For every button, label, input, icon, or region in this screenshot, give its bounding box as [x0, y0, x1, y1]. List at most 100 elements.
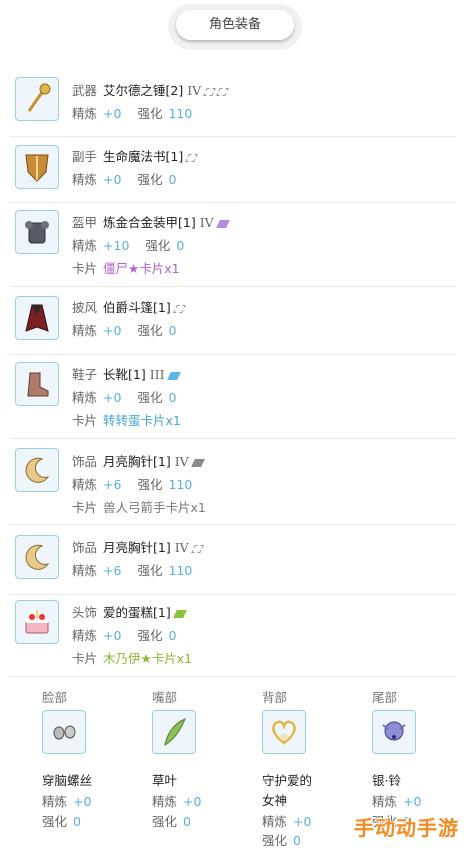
refine-value: +0: [103, 323, 122, 338]
refine-label: 精炼: [42, 794, 68, 809]
tier-label: IV: [187, 83, 202, 98]
item-name: 炼金合金装甲[1]: [103, 215, 196, 230]
bell-icon: [372, 710, 416, 754]
enhance-value: 0: [73, 814, 81, 829]
slot-label: 鞋子: [72, 367, 98, 382]
slot-label: 副手: [72, 149, 98, 164]
enhance-label: 强化: [137, 390, 163, 405]
item-name: 伯爵斗篷[1]: [103, 300, 171, 315]
item-name: 月亮胸针[1]: [103, 454, 171, 469]
item-name: 生命魔法书[1]: [103, 149, 184, 164]
equipment-row-headwear[interactable]: 头饰 爱的蛋糕[1] 精炼 +0 强化 0 卡片 木乃伊★卡片x1: [10, 594, 456, 677]
accessory-slot-label: 嘴部: [152, 690, 178, 705]
refine-value: +0: [103, 628, 122, 643]
enhance-label: 强化: [152, 814, 178, 829]
refine-value: +0: [103, 106, 122, 121]
equipment-row-accessory-1[interactable]: 饰品 月亮胸针[1] IV 精炼 +6 强化 110 卡片 兽人弓箭手卡片x1: [10, 438, 456, 525]
card-label: 卡片: [72, 413, 98, 428]
refine-value: +10: [103, 238, 130, 253]
accessory-slot-label: 尾部: [372, 690, 398, 705]
accessory-name-line-2: 女神: [262, 793, 288, 808]
item-name: 爱的蛋糕[1]: [103, 605, 171, 620]
moon-brooch-icon: [15, 535, 59, 579]
tier-label: IV: [174, 454, 189, 469]
accessory-name: 草叶: [152, 773, 178, 788]
refine-label: 精炼: [72, 390, 98, 405]
slot-label: 头饰: [72, 605, 98, 620]
leaf-icon: [152, 710, 196, 754]
equipment-row-shoes[interactable]: 鞋子 长靴[1] III 精炼 +0 强化 0 卡片 转转蛋卡片x1: [10, 354, 456, 439]
enhance-label: 强化: [137, 106, 163, 121]
watermark-logo: 手动动手游: [354, 816, 459, 840]
enhance-value: 0: [168, 172, 177, 187]
item-name: 艾尔德之锤[2]: [103, 83, 184, 98]
enhance-value: 110: [168, 563, 193, 578]
slot-label: 武器: [72, 83, 98, 98]
equipment-row-accessory-2[interactable]: 饰品 月亮胸针[1] IV 精炼 +6 强化 110: [10, 524, 456, 595]
enhance-label: 强化: [262, 833, 288, 848]
empty-slot-icon: [216, 87, 230, 96]
refine-label: 精炼: [262, 814, 288, 829]
item-name: 月亮胸针[1]: [103, 540, 171, 555]
accessory-slot-label: 脸部: [42, 690, 68, 705]
enhance-label: 强化: [137, 477, 163, 492]
refine-label: 精炼: [72, 477, 98, 492]
refine-label: 精炼: [72, 172, 98, 187]
equipment-row-cloak[interactable]: 披风 伯爵斗篷[1] 精炼 +0 强化 0: [10, 286, 456, 355]
screw-icon: [42, 710, 86, 754]
filled-slot-icon: [190, 458, 205, 467]
empty-slot-icon: [185, 153, 199, 162]
card-value[interactable]: 兽人弓箭手卡片x1: [103, 500, 206, 515]
tier-label: III: [149, 367, 165, 382]
cloak-icon: [15, 296, 59, 340]
enhance-value: 110: [168, 477, 193, 492]
accessory-name: 穿脑螺丝: [42, 773, 93, 788]
refine-value: +0: [73, 794, 92, 809]
card-value[interactable]: 僵尸★卡片x1: [103, 261, 180, 276]
card-label: 卡片: [72, 261, 98, 276]
page-title: 角色装备: [176, 10, 294, 40]
card-label: 卡片: [72, 500, 98, 515]
armor-icon: [15, 210, 59, 254]
refine-label: 精炼: [72, 323, 98, 338]
enhance-value: 0: [176, 238, 185, 253]
refine-label: 精炼: [72, 563, 98, 578]
enhance-value: 110: [168, 106, 193, 121]
tier-label: IV: [199, 215, 214, 230]
filled-slot-icon: [166, 371, 181, 380]
enhance-label: 强化: [137, 323, 163, 338]
enhance-value: 0: [168, 628, 177, 643]
slot-label: 饰品: [72, 454, 98, 469]
boots-icon: [15, 362, 59, 406]
enhance-value: 0: [293, 833, 301, 848]
slot-label: 盔甲: [72, 215, 98, 230]
filled-slot-icon: [215, 219, 230, 228]
refine-value: +6: [103, 563, 122, 578]
refine-label: 精炼: [72, 106, 98, 121]
accessory-name-line-1: 守护爱的: [262, 773, 313, 788]
enhance-value: 0: [168, 390, 177, 405]
enhance-label: 强化: [137, 628, 163, 643]
card-value[interactable]: 转转蛋卡片x1: [103, 413, 181, 428]
refine-label: 精炼: [372, 794, 398, 809]
refine-value: +0: [103, 390, 122, 405]
refine-label: 精炼: [152, 794, 178, 809]
card-value[interactable]: 木乃伊★卡片x1: [103, 651, 192, 666]
heart-wings-icon: [262, 710, 306, 754]
refine-label: 精炼: [72, 238, 98, 253]
equipment-row-armor[interactable]: 盔甲 炼金合金装甲[1] IV 精炼 +10 强化 0 卡片 僵尸★卡片x1: [10, 202, 456, 287]
moon-brooch-icon: [15, 448, 59, 492]
equipment-row-weapon[interactable]: 武器 艾尔德之锤[2] IV 精炼 +0 强化 110: [10, 66, 456, 137]
refine-value: +0: [103, 172, 122, 187]
enhance-value: 0: [183, 814, 191, 829]
enhance-label: 强化: [42, 814, 68, 829]
slot-label: 披风: [72, 300, 98, 315]
refine-label: 精炼: [72, 628, 98, 643]
enhance-label: 强化: [145, 238, 171, 253]
empty-slot-icon: [190, 544, 204, 553]
shield-icon: [15, 145, 59, 189]
equipment-row-offhand[interactable]: 副手 生命魔法书[1] 精炼 +0 强化 0: [10, 136, 456, 203]
enhance-label: 强化: [137, 172, 163, 187]
accessory-slot-label: 背部: [262, 690, 288, 705]
refine-value: +6: [103, 477, 122, 492]
